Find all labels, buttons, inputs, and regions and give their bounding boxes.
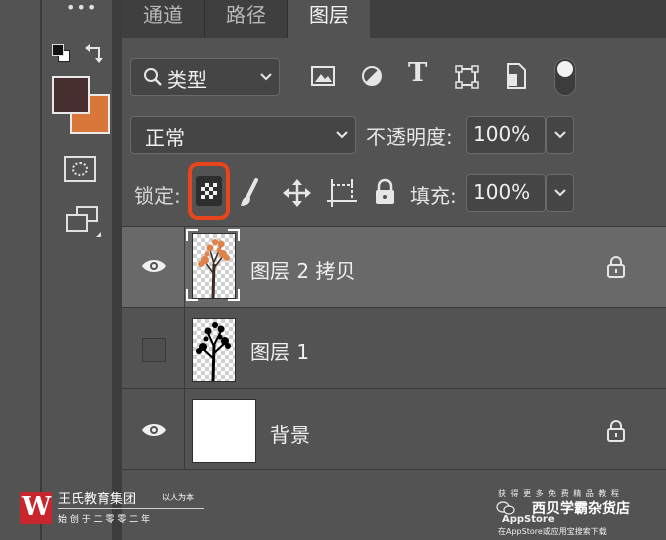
tab-paths[interactable]: 路径 <box>205 0 287 38</box>
lock-transparent-pixels-button[interactable] <box>188 162 230 220</box>
filter-toggle[interactable] <box>554 58 576 96</box>
more-tools-icon[interactable]: ••• <box>66 0 97 17</box>
type-filter-icon[interactable]: T <box>408 58 427 88</box>
layer-row[interactable]: 背景 <box>122 389 666 470</box>
tools-panel: ••• <box>0 0 112 540</box>
adjustment-filter-icon[interactable] <box>360 64 384 88</box>
blend-mode-select[interactable]: 正常 <box>130 116 356 154</box>
quick-mask-icon[interactable] <box>64 156 96 182</box>
tools-divider <box>40 0 42 540</box>
opacity-input[interactable]: 100% <box>466 116 546 154</box>
lock-row: 锁定: 填充: 100% <box>122 160 666 227</box>
lock-artboard-icon[interactable] <box>326 178 358 208</box>
brand-logo: W <box>20 492 52 524</box>
chevron-down-icon <box>336 131 348 139</box>
fill-input[interactable]: 100% <box>466 174 546 212</box>
promo-line2: 在AppStore或应用宝搜索下载 <box>498 527 607 536</box>
brand-subtitle: 始 创 于 二 零 零 二 年 <box>58 515 151 525</box>
opacity-dropdown[interactable] <box>546 116 574 154</box>
layer-row[interactable]: 图层 1 <box>122 308 666 389</box>
lock-position-icon[interactable] <box>282 178 312 208</box>
shape-filter-icon[interactable] <box>454 64 480 90</box>
foreground-color-swatch[interactable] <box>52 76 90 114</box>
screen-mode-icon[interactable] <box>64 206 102 238</box>
lock-all-icon[interactable] <box>374 178 396 206</box>
fill-label: 填充: <box>410 184 457 208</box>
fill-dropdown[interactable] <box>546 174 574 212</box>
opacity-value: 100% <box>473 122 531 146</box>
filter-kind-select[interactable]: 类型 <box>130 58 280 96</box>
layer-thumbnail <box>192 399 256 463</box>
layer-lock-icon[interactable] <box>606 419 626 443</box>
layer-row[interactable]: 图层 2 拷贝 <box>122 227 666 308</box>
layer-name[interactable]: 图层 1 <box>250 336 309 365</box>
appstore-label: AppStore <box>502 514 555 525</box>
thumbnail-selection-frame <box>186 229 240 301</box>
search-icon <box>144 68 162 86</box>
black-tree-silhouette <box>196 322 231 382</box>
transparency-checker-icon <box>201 183 217 199</box>
layer-thumbnail <box>192 318 236 382</box>
layer-name[interactable]: 图层 2 拷贝 <box>250 255 355 284</box>
blend-mode-value: 正常 <box>145 126 185 150</box>
chevron-down-icon <box>554 189 566 197</box>
image-filter-icon[interactable] <box>310 64 336 88</box>
tab-layers[interactable]: 图层 <box>288 0 370 38</box>
fill-value: 100% <box>473 180 531 204</box>
swap-colors-icon[interactable] <box>84 42 106 64</box>
visibility-toggle-empty[interactable] <box>142 338 166 362</box>
opacity-label: 不透明度: <box>366 125 453 149</box>
tab-channels[interactable]: 通道 <box>122 0 204 38</box>
smart-object-filter-icon[interactable] <box>504 62 528 90</box>
filter-kind-label: 类型 <box>167 68 207 92</box>
layer-name[interactable]: 背景 <box>270 419 310 448</box>
panel-tabs: 通道 路径 图层 <box>122 0 666 38</box>
layers-panel: 通道 路径 图层 类型 T 正常 不透明度: 100% 锁定: 填充: 100%… <box>122 0 666 540</box>
layer-lock-icon[interactable] <box>606 255 626 279</box>
lock-image-pixels-icon[interactable] <box>240 178 260 208</box>
chevron-down-icon <box>554 131 566 139</box>
default-colors-icon[interactable] <box>52 44 70 62</box>
brand-name: 王氏教育集团 <box>58 492 137 507</box>
visibility-eye-icon[interactable] <box>140 257 168 275</box>
lock-label: 锁定: <box>134 184 181 208</box>
panel-gutter <box>112 0 122 540</box>
brand-slogan: 以人为本 <box>162 493 194 502</box>
chevron-down-icon <box>260 73 272 81</box>
visibility-eye-icon[interactable] <box>140 421 168 439</box>
